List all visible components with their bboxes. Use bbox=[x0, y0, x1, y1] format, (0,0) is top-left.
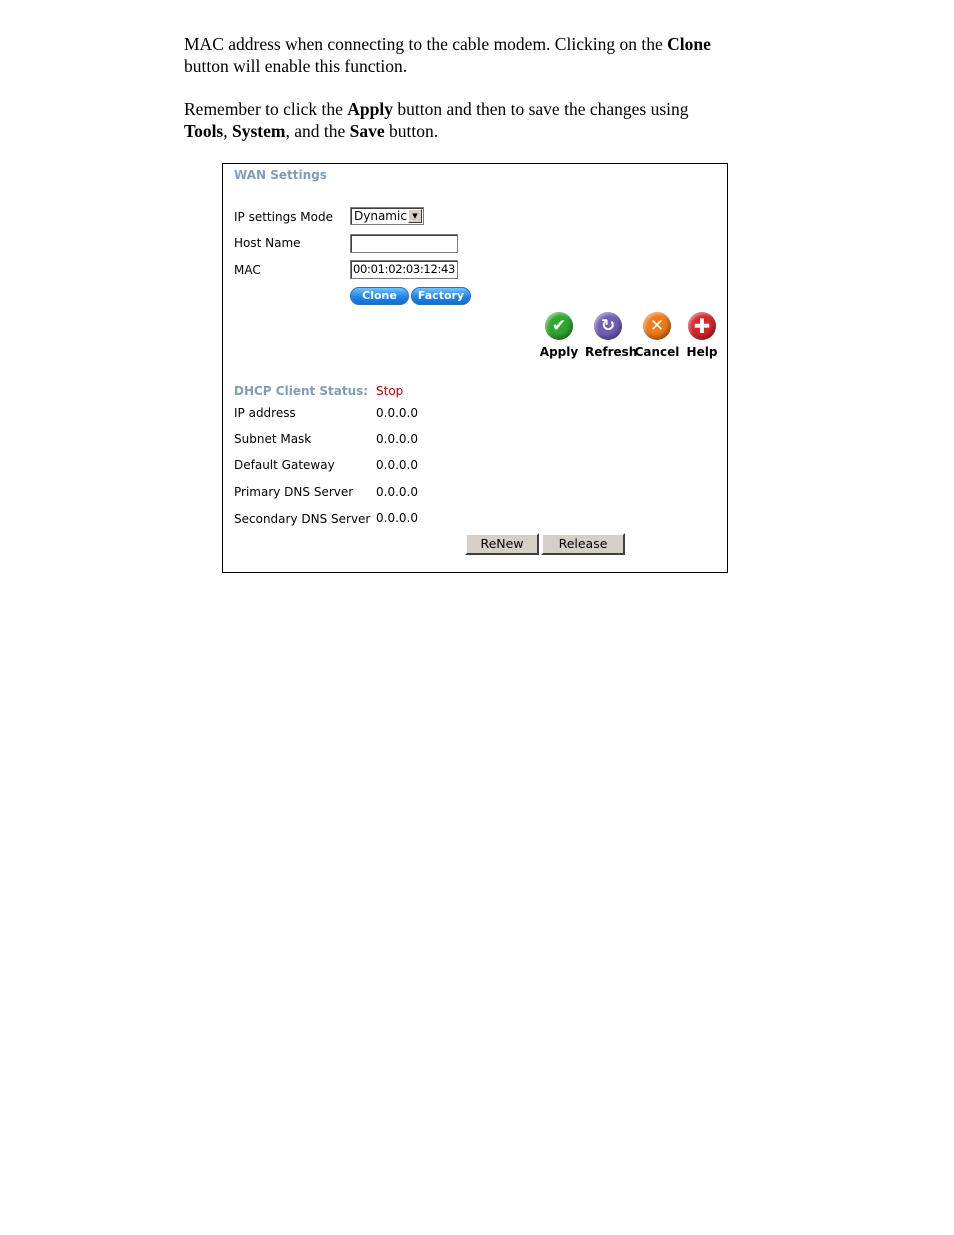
paragraph-text: , bbox=[223, 121, 232, 141]
paragraph-text: button and then to save the changes usin… bbox=[393, 99, 689, 119]
refresh-icon[interactable]: ↻ bbox=[594, 312, 622, 340]
paragraph-text: Remember to click the bbox=[184, 99, 348, 119]
apply-label[interactable]: Apply bbox=[536, 345, 582, 359]
dhcp-row-label: IP address bbox=[234, 406, 296, 420]
host-name-input[interactable] bbox=[350, 234, 458, 253]
plus-icon[interactable]: ✚ bbox=[688, 312, 716, 340]
chevron-down-icon[interactable]: ▼ bbox=[408, 209, 422, 223]
cancel-label[interactable]: Cancel bbox=[634, 345, 680, 359]
refresh-label[interactable]: Refresh bbox=[585, 345, 637, 359]
check-icon[interactable]: ✔ bbox=[545, 312, 573, 340]
host-name-label: Host Name bbox=[234, 236, 301, 250]
paragraph-text: , and the bbox=[285, 121, 350, 141]
wan-settings-title: WAN Settings bbox=[234, 168, 327, 182]
ip-settings-mode-value: Dynamic bbox=[354, 209, 407, 223]
instruction-paragraph-clone: MAC address when connecting to the cable… bbox=[184, 33, 784, 77]
mac-label: MAC bbox=[234, 263, 261, 277]
dhcp-row-value: 0.0.0.0 bbox=[376, 511, 418, 525]
dhcp-row-value: 0.0.0.0 bbox=[376, 406, 418, 420]
factory-button[interactable]: Factory bbox=[411, 287, 471, 305]
instruction-paragraph-apply: Remember to click the Apply button and t… bbox=[184, 98, 784, 142]
dhcp-row-label: Default Gateway bbox=[234, 458, 335, 472]
dhcp-row-label: Subnet Mask bbox=[234, 432, 312, 446]
refresh-action[interactable]: ↻ Refresh bbox=[585, 312, 637, 359]
bold-clone-text: Clone bbox=[667, 34, 711, 54]
bold-system-text: System bbox=[232, 121, 286, 141]
paragraph-text: MAC address when connecting to the cable… bbox=[184, 34, 668, 54]
paragraph-text: button. bbox=[384, 121, 439, 141]
mac-input[interactable]: 00:01:02:03:12:43 bbox=[350, 260, 458, 279]
bold-apply-text: Apply bbox=[347, 99, 393, 119]
dhcp-row-value: 0.0.0.0 bbox=[376, 485, 418, 499]
paragraph-text: button will enable this function. bbox=[184, 56, 408, 76]
bold-tools-text: Tools bbox=[184, 121, 224, 141]
apply-action[interactable]: ✔ Apply bbox=[536, 312, 582, 359]
clone-button[interactable]: Clone bbox=[350, 287, 409, 305]
ip-settings-mode-label: IP settings Mode bbox=[234, 210, 333, 224]
wan-settings-panel: WAN Settings IP settings Mode Dynamic ▼ … bbox=[222, 163, 728, 573]
renew-button[interactable]: ReNew bbox=[465, 533, 539, 555]
dhcp-status-value: Stop bbox=[376, 384, 404, 398]
dhcp-row-label: Primary DNS Server bbox=[234, 485, 354, 499]
ip-settings-mode-select[interactable]: Dynamic ▼ bbox=[350, 207, 424, 225]
help-action[interactable]: ✚ Help bbox=[679, 312, 725, 359]
bold-save-text: Save bbox=[349, 121, 385, 141]
help-label[interactable]: Help bbox=[679, 345, 725, 359]
cancel-action[interactable]: ✕ Cancel bbox=[634, 312, 680, 359]
dhcp-row-label: Secondary DNS Server bbox=[234, 512, 371, 526]
x-icon[interactable]: ✕ bbox=[643, 312, 671, 340]
release-button[interactable]: Release bbox=[541, 533, 625, 555]
dhcp-status-label: DHCP Client Status: bbox=[234, 384, 369, 398]
dhcp-row-value: 0.0.0.0 bbox=[376, 432, 418, 446]
dhcp-row-value: 0.0.0.0 bbox=[376, 458, 418, 472]
